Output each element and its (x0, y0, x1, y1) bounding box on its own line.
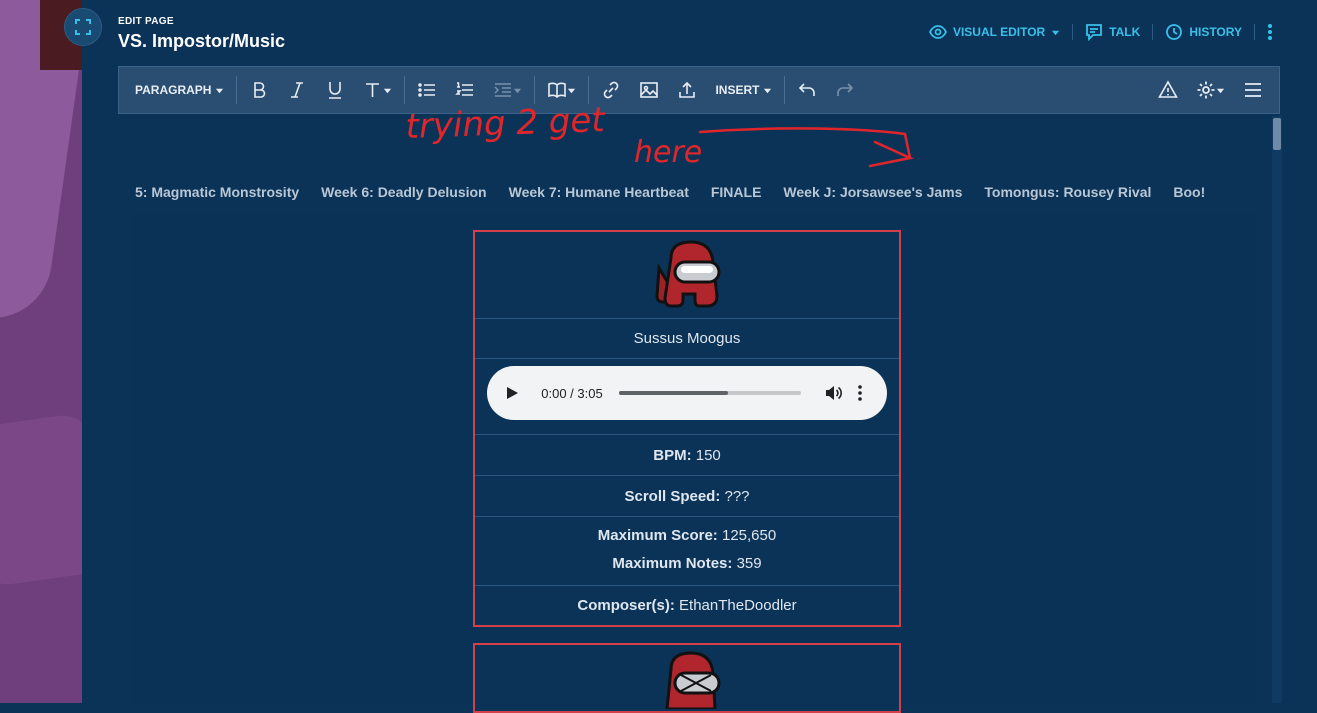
audio-seek-bar[interactable] (619, 391, 801, 395)
tab-strip: 5: Magmatic Monstrosity Week 6: Deadly De… (131, 172, 1257, 215)
tab-item[interactable]: Tomongus: Rousey Rival (984, 184, 1151, 200)
tab-item[interactable]: Week J: Jorsawsee's Jams (783, 184, 962, 200)
italic-icon (291, 82, 304, 98)
bpm-label: BPM: (653, 447, 692, 464)
underline-icon (329, 82, 342, 99)
settings-dropdown[interactable] (1187, 66, 1234, 114)
composer-row: Composer(s): EthanTheDoodler (475, 585, 899, 628)
eye-icon (928, 25, 947, 39)
indent-icon (494, 83, 512, 97)
song-card: Sussus Moogus 0:00 / 3:05 BPM: 150 Scrol… (473, 230, 901, 627)
song-name[interactable]: Sussus Moogus (475, 318, 899, 359)
insert-label: INSERT (715, 83, 760, 97)
impostor-bandaged-icon (665, 651, 721, 709)
volume-icon[interactable] (823, 383, 843, 403)
impostor-icon (655, 240, 721, 308)
score-row: Maximum Score: 125,650 Maximum Notes: 35… (475, 516, 899, 586)
handwritten-annotation: trying 2 get here (405, 100, 915, 170)
speech-bubble-icon (1086, 24, 1103, 41)
tab-item[interactable]: 5: Magmatic Monstrosity (135, 184, 299, 200)
book-icon (548, 82, 567, 99)
talk-button[interactable]: TALK (1073, 22, 1152, 42)
max-notes-value: 359 (736, 555, 762, 572)
max-score-label: Maximum Score: (597, 527, 718, 544)
redo-icon (837, 83, 854, 96)
bpm-row: BPM: 150 (475, 434, 899, 476)
chevron-down-icon (1216, 88, 1225, 93)
annotation-line2: here (634, 135, 702, 170)
tab-list: 5: Magmatic Monstrosity Week 6: Deadly De… (135, 184, 1227, 200)
tab-item[interactable]: Week 6: Deadly Delusion (321, 184, 486, 200)
history-label: HISTORY (1189, 25, 1242, 39)
scroll-speed-row: Scroll Speed: ??? (475, 475, 899, 517)
image-icon (640, 82, 659, 98)
audio-more-options-icon[interactable] (857, 384, 863, 402)
clock-icon (1166, 24, 1183, 40)
divider (236, 76, 238, 104)
text-style-dropdown[interactable] (354, 66, 401, 114)
numbered-list-icon (455, 82, 474, 96)
italic-button[interactable] (278, 66, 316, 114)
text-style-icon (366, 83, 380, 97)
more-actions-button[interactable] (1255, 22, 1273, 42)
visual-editor-label: VISUAL EDITOR (952, 25, 1046, 39)
toolbar-right (1149, 66, 1279, 114)
bold-button[interactable] (240, 66, 278, 114)
scroll-speed-label: Scroll Speed: (624, 488, 721, 505)
paragraph-dropdown[interactable]: PARAGRAPH (119, 66, 233, 114)
bold-icon (254, 82, 266, 98)
bullet-list-icon (418, 83, 436, 97)
chevron-down-icon (764, 88, 772, 93)
background-art (0, 0, 82, 703)
underline-button[interactable] (316, 66, 354, 114)
chevron-down-icon (568, 88, 576, 93)
fullscreen-button[interactable] (64, 8, 102, 46)
scrollbar[interactable] (1272, 116, 1282, 703)
kebab-menu-icon (1268, 24, 1272, 40)
audio-player[interactable]: 0:00 / 3:05 (487, 366, 887, 420)
upload-icon (679, 81, 696, 98)
warning-icon (1158, 80, 1178, 98)
background-shape (0, 411, 82, 589)
audio-seek-fill (619, 391, 729, 395)
audio-row: 0:00 / 3:05 (475, 358, 899, 435)
song-image-row (475, 232, 899, 318)
tab-item[interactable]: Boo! (1173, 184, 1205, 200)
link-icon (604, 81, 619, 99)
scroll-speed-value: ??? (724, 488, 750, 505)
max-notes-label: Maximum Notes: (612, 555, 733, 572)
paragraph-label: PARAGRAPH (135, 83, 212, 97)
annotation-arrow (698, 127, 915, 168)
hamburger-menu-icon (1245, 83, 1261, 97)
chevron-down-icon (1052, 30, 1060, 35)
annotation-line1: trying 2 get (405, 100, 607, 147)
chevron-down-icon (514, 88, 522, 93)
gear-icon (1197, 81, 1215, 99)
tab-item[interactable]: FINALE (711, 184, 762, 200)
visual-editor-button[interactable]: VISUAL EDITOR (917, 22, 1072, 42)
bpm-value: 150 (695, 447, 721, 464)
undo-icon (799, 83, 816, 96)
max-score-value: 125,650 (721, 527, 777, 544)
chevron-down-icon (216, 88, 224, 93)
warning-button[interactable] (1149, 66, 1187, 114)
audio-time: 0:00 / 3:05 (541, 385, 603, 401)
page-title: VS. Impostor/Music (118, 31, 286, 51)
menu-button[interactable] (1234, 66, 1279, 114)
fullscreen-icon (75, 19, 91, 35)
chevron-down-icon (384, 88, 392, 93)
edit-page-label: EDIT PAGE (118, 16, 174, 27)
history-button[interactable]: HISTORY (1153, 22, 1254, 42)
top-actions: VISUAL EDITOR TALK HISTORY (917, 22, 1273, 42)
play-icon[interactable] (505, 386, 519, 400)
talk-label: TALK (1109, 25, 1141, 39)
scrollbar-thumb[interactable] (1273, 118, 1281, 150)
composer-value: EthanTheDoodler (679, 597, 797, 614)
composer-label: Composer(s): (577, 597, 675, 614)
tab-item[interactable]: Week 7: Humane Heartbeat (509, 184, 689, 200)
